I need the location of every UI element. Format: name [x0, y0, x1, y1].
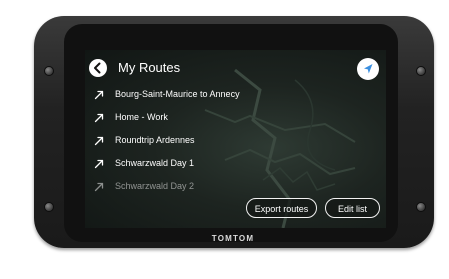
screw-bottom-right [416, 202, 426, 212]
route-list: Bourg-Saint-Maurice to Annecy Home - Wor… [85, 85, 386, 200]
screw-top-right [416, 66, 426, 76]
route-arrow-icon [94, 90, 104, 100]
route-label: Schwarzwald Day 1 [115, 158, 195, 168]
route-list-item[interactable]: Schwarzwald Day 2 [85, 177, 386, 200]
brand-logo: TOMTOM [211, 234, 255, 243]
route-arrow-icon [94, 159, 104, 169]
route-label: Bourg-Saint-Maurice to Annecy [115, 89, 240, 99]
route-arrow-icon [94, 136, 104, 146]
export-routes-button[interactable]: Export routes [246, 198, 317, 218]
route-list-item[interactable]: Schwarzwald Day 1 [85, 154, 386, 177]
back-button[interactable] [89, 59, 107, 77]
screw-top-left [44, 66, 54, 76]
route-arrow-icon [94, 182, 104, 192]
route-label: Schwarzwald Day 2 [115, 181, 195, 191]
current-location-button[interactable] [357, 58, 379, 80]
route-list-item[interactable]: Roundtrip Ardennes [85, 131, 386, 154]
route-list-item[interactable]: Bourg-Saint-Maurice to Annecy [85, 85, 386, 108]
screen-header: My Routes [85, 50, 386, 86]
edit-list-button[interactable]: Edit list [325, 198, 380, 218]
screw-bottom-left [44, 202, 54, 212]
route-label: Home - Work [115, 112, 168, 122]
route-arrow-icon [94, 113, 104, 123]
route-list-item[interactable]: Home - Work [85, 108, 386, 131]
page-title: My Routes [118, 60, 181, 75]
navigation-arrow-icon [364, 64, 373, 74]
tomtom-device-scene: My Routes Bourg-Saint-Maurice to Annecy … [0, 0, 449, 279]
route-label: Roundtrip Ardennes [115, 135, 195, 145]
device-screen: My Routes Bourg-Saint-Maurice to Annecy … [85, 50, 386, 228]
back-arrow-icon [94, 62, 101, 74]
